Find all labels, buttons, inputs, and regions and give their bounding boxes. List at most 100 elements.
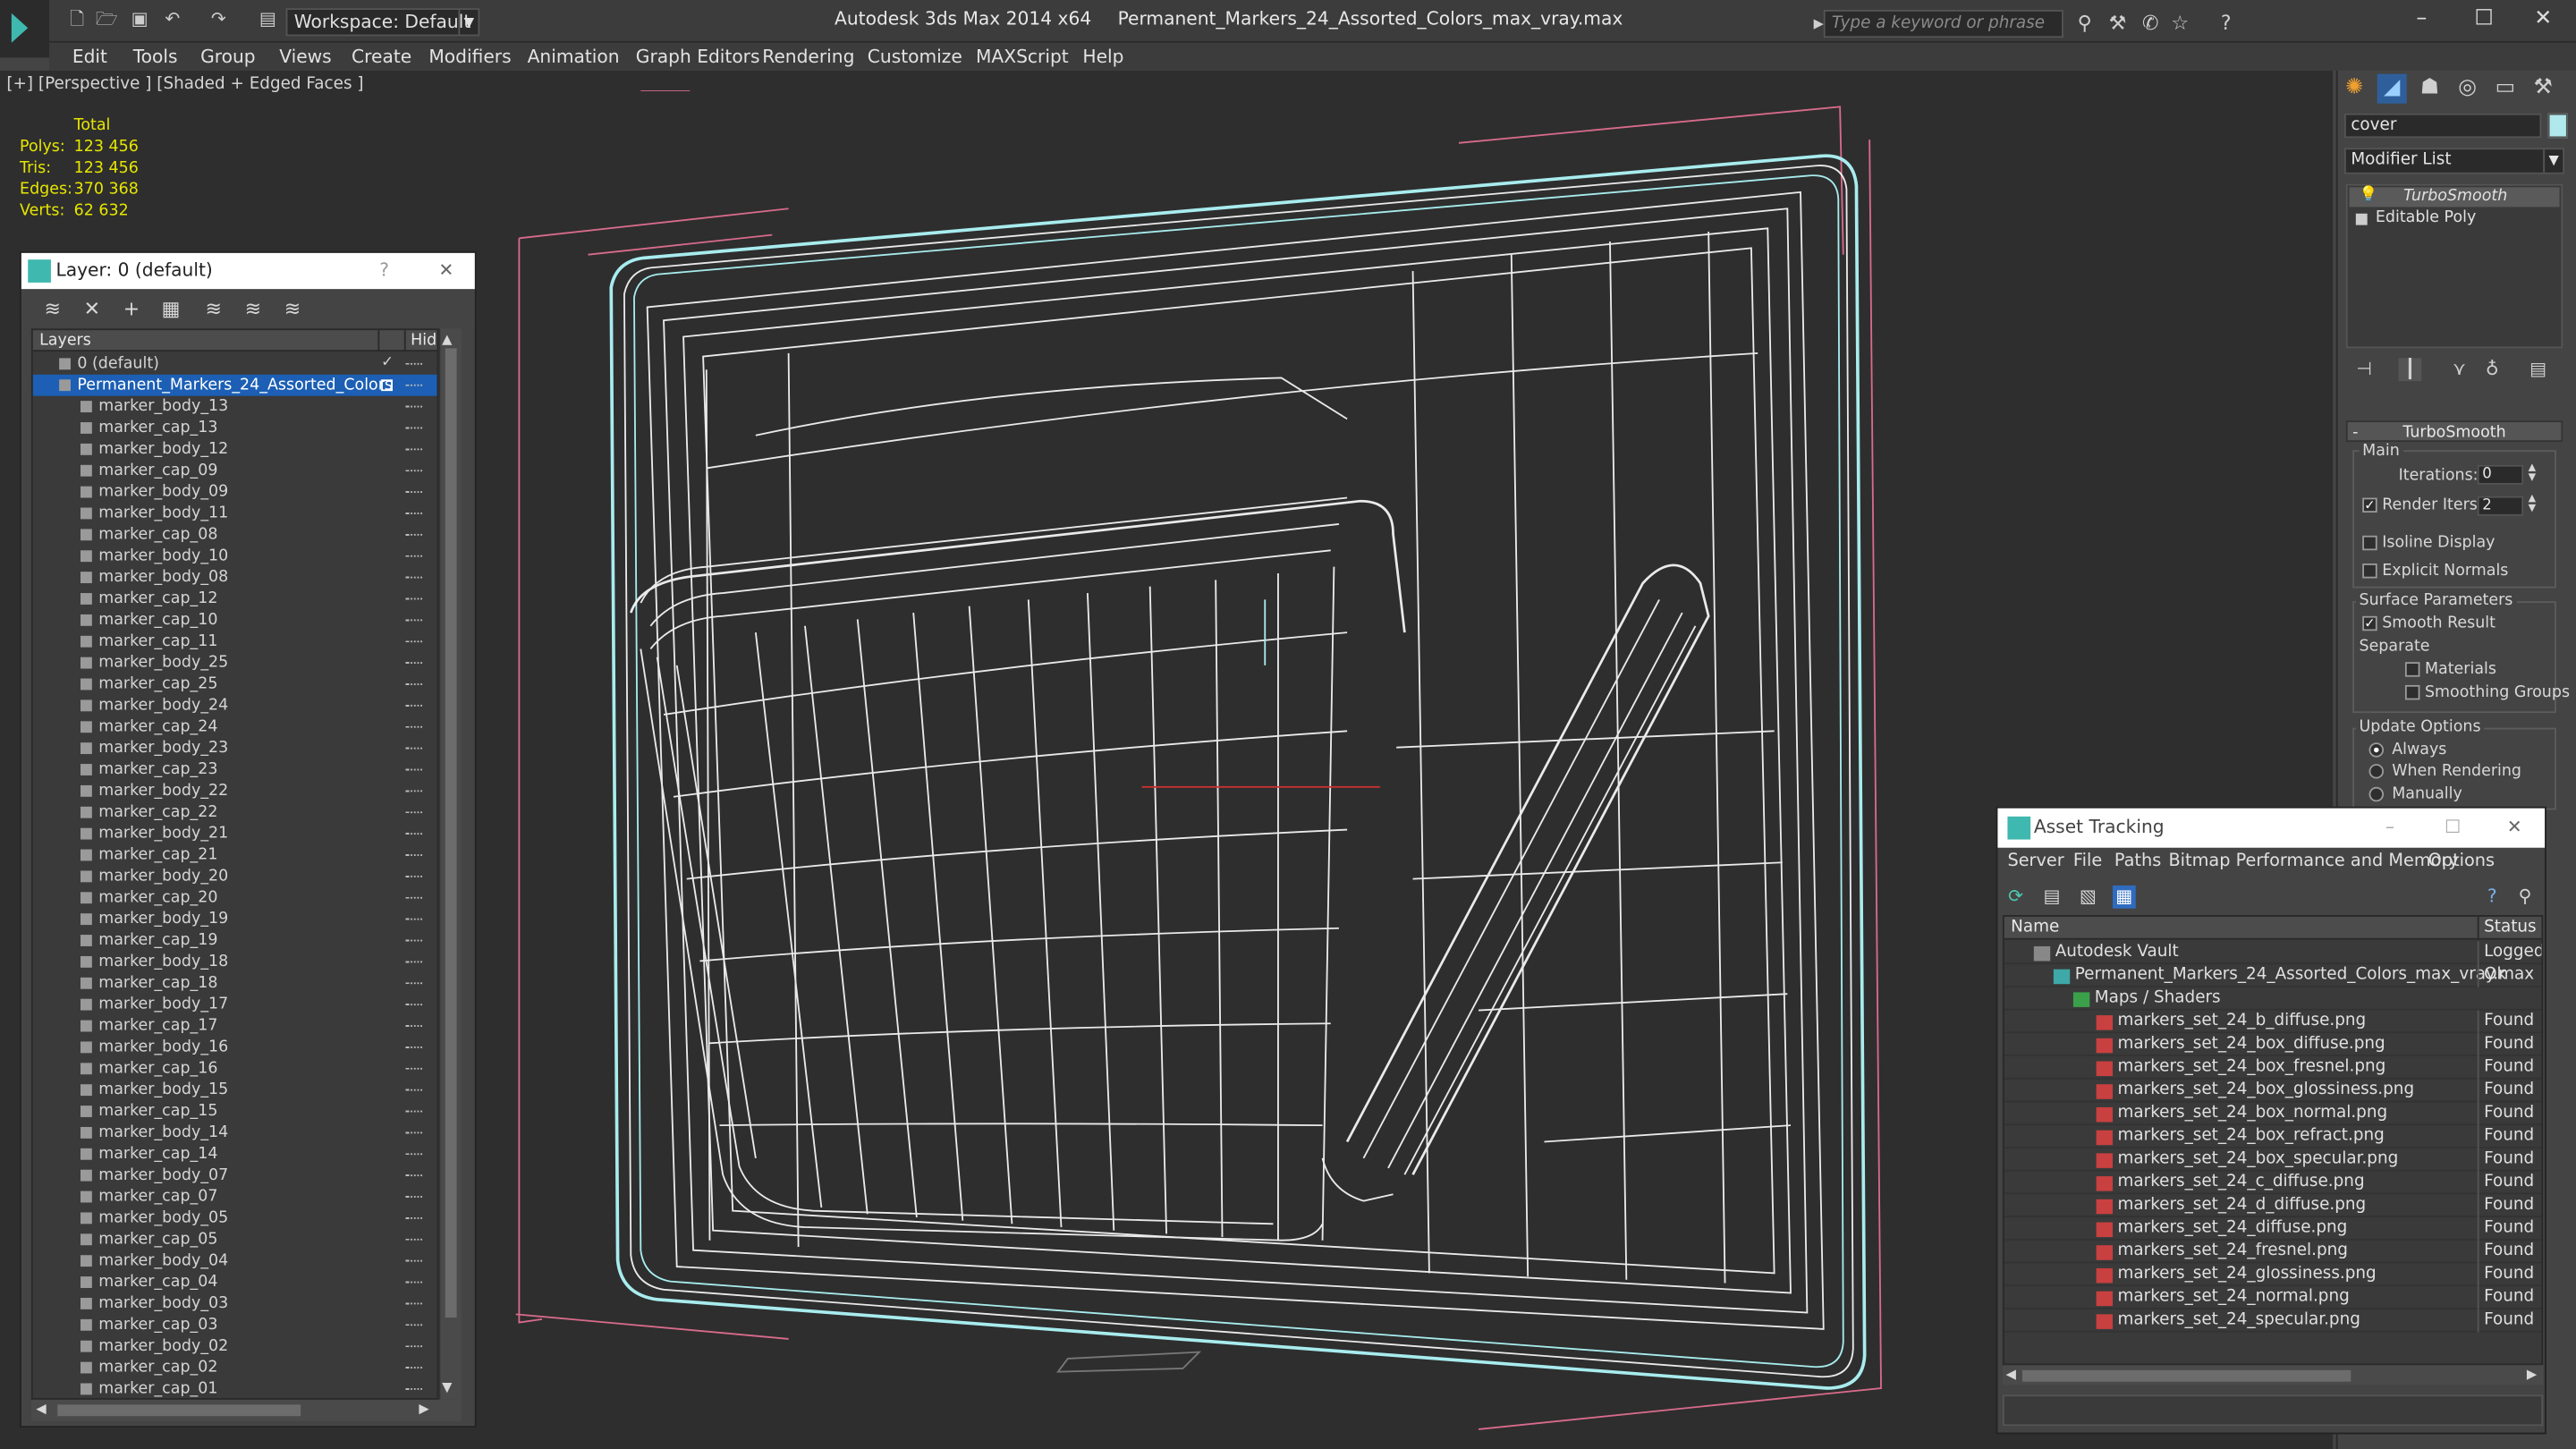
modify-tab-icon[interactable]: ◢ <box>2377 73 2407 104</box>
delete-layer-icon[interactable]: ✕ <box>80 297 104 320</box>
scrollbar-thumb[interactable] <box>57 1404 301 1417</box>
close-button[interactable]: ✕ <box>2507 809 2522 848</box>
thumbnail-view-icon[interactable]: ▧ <box>2077 886 2100 909</box>
asset-row[interactable]: markers_set_24_box_refract.png Found <box>2004 1125 2542 1148</box>
select-objects-icon[interactable]: ▦ <box>159 297 182 320</box>
layer-object-row[interactable]: marker_body_25 <box>33 652 437 674</box>
layer-window-titlebar[interactable]: Layer: 0 (default) ? ✕ <box>21 252 475 290</box>
hide-toggle[interactable] <box>405 1067 423 1070</box>
layer-object-row[interactable]: marker_body_04 <box>33 1250 437 1272</box>
table-view-icon[interactable]: ▦ <box>2112 885 2136 909</box>
layer-list[interactable]: Layers Hide ▲ 0 (default) ✓Permanent_Mark… <box>30 328 439 1400</box>
scroll-right-icon[interactable]: ▶ <box>2527 1367 2537 1382</box>
iterations-spinner[interactable]: 0 <box>2477 464 2524 485</box>
hierarchy-tab-icon[interactable]: ☗ <box>2415 74 2445 104</box>
asset-row[interactable]: markers_set_24_box_normal.png Found <box>2004 1102 2542 1126</box>
hide-toggle[interactable] <box>405 725 423 728</box>
layer-object-row[interactable]: marker_cap_18 <box>33 972 437 994</box>
layer-object-row[interactable]: marker_cap_02 <box>33 1357 437 1378</box>
asset-window-titlebar[interactable]: Asset Tracking – ☐ ✕ <box>1997 808 2546 848</box>
help-icon[interactable]: ? <box>2480 886 2504 909</box>
asset-row[interactable]: markers_set_24_b_diffuse.png Found <box>2004 1010 2542 1034</box>
hide-toggle[interactable] <box>405 747 423 750</box>
close-button[interactable]: ✕ <box>2527 6 2560 32</box>
hide-toggle[interactable] <box>405 1345 423 1348</box>
layer-object-row[interactable]: marker_body_20 <box>33 866 437 887</box>
menu-help[interactable]: Help <box>1082 43 1123 71</box>
explicit-normals-checkbox[interactable] <box>2362 563 2377 579</box>
layer-object-row[interactable]: marker_body_14 <box>33 1122 437 1143</box>
hide-toggle[interactable] <box>405 833 423 835</box>
scroll-left-icon[interactable]: ◀ <box>36 1402 46 1417</box>
hide-toggle[interactable] <box>405 1367 423 1368</box>
hide-toggle[interactable] <box>405 982 423 985</box>
spinner-arrows-icon[interactable]: ▲ ▼ <box>2529 462 2536 483</box>
asset-row[interactable]: markers_set_24_box_glossiness.png Found <box>2004 1079 2542 1103</box>
layer-object-row[interactable]: marker_cap_11 <box>33 631 437 652</box>
show-end-result-icon[interactable]: ┃ <box>2398 358 2422 382</box>
layer-object-row[interactable]: marker_cap_20 <box>33 887 437 909</box>
configure-modifier-sets-icon[interactable]: ▤ <box>2527 358 2550 381</box>
active-layer-check-icon[interactable]: ✓ <box>381 353 394 375</box>
asset-row[interactable]: markers_set_24_box_diffuse.png Found <box>2004 1033 2542 1056</box>
hide-toggle[interactable] <box>405 576 423 579</box>
layer-object-row[interactable]: marker_body_05 <box>33 1208 437 1229</box>
hide-toggle[interactable] <box>405 640 423 643</box>
stack-item-editable-poly[interactable]: Editable Poly <box>2376 208 2476 226</box>
layer-object-row[interactable]: marker_body_09 <box>33 481 437 503</box>
hide-toggle[interactable] <box>405 961 423 963</box>
turbosmooth-rollout-header[interactable]: - TurboSmooth <box>2345 420 2563 443</box>
minimize-button[interactable]: – <box>2405 6 2438 32</box>
hide-toggle[interactable] <box>405 1153 423 1156</box>
hide-toggle[interactable] <box>405 875 423 877</box>
layer-object-row[interactable]: marker_body_22 <box>33 780 437 801</box>
remove-modifier-icon[interactable]: ♁ <box>2480 358 2504 381</box>
freeze-all-icon[interactable]: ≋ <box>281 297 304 320</box>
layer-object-row[interactable]: marker_body_13 <box>33 396 437 418</box>
hide-toggle[interactable] <box>405 362 423 365</box>
layer-object-row[interactable]: marker_cap_09 <box>33 460 437 481</box>
layer-object-row[interactable]: marker_cap_22 <box>33 801 437 823</box>
layer-object-row[interactable]: marker_body_17 <box>33 994 437 1015</box>
asset-row[interactable]: Maps / Shaders <box>2004 987 2542 1011</box>
layer-object-row[interactable]: marker_body_10 <box>33 546 437 567</box>
hide-toggle[interactable] <box>405 683 423 685</box>
layer-object-row[interactable]: marker_body_23 <box>33 738 437 759</box>
scrollbar-thumb[interactable] <box>2021 1369 2351 1382</box>
hide-toggle[interactable] <box>405 1004 423 1006</box>
search-input[interactable]: Type a keyword or phrase <box>1823 10 2063 38</box>
subscription-icon[interactable]: ⚒ <box>2106 12 2130 35</box>
hide-toggle[interactable] <box>405 1089 423 1091</box>
menu-tools[interactable]: Tools <box>133 43 178 71</box>
hide-toggle[interactable] <box>405 1238 423 1241</box>
hide-toggle[interactable] <box>405 1281 423 1284</box>
menu-server[interactable]: Server <box>2007 851 2063 870</box>
layer-object-row[interactable]: marker_body_24 <box>33 695 437 716</box>
layer-object-row[interactable]: marker_cap_03 <box>33 1314 437 1335</box>
wireframe-model[interactable] <box>493 90 1906 1437</box>
help-button[interactable]: ? <box>379 253 389 289</box>
scroll-up-icon[interactable]: ▲ <box>442 332 452 347</box>
list-view-icon[interactable]: ▤ <box>2040 886 2063 909</box>
display-tab-icon[interactable]: ▭ <box>2490 74 2520 104</box>
menu-paths[interactable]: Paths <box>2114 851 2161 870</box>
asset-row[interactable]: Permanent_Markers_24_Assorted_Colors_max… <box>2004 964 2542 987</box>
hide-toggle[interactable] <box>405 619 423 622</box>
menu-views[interactable]: Views <box>279 43 331 71</box>
layer-object-row[interactable]: marker_body_07 <box>33 1165 437 1186</box>
layer-row[interactable]: Permanent_Markers_24_Assorted_Colors <box>32 374 437 396</box>
viewport-label[interactable]: [+] [Perspective ] [Shaded + Edged Faces… <box>6 75 363 93</box>
pin-stack-icon[interactable]: ⊣ <box>2352 358 2376 381</box>
asset-row[interactable]: markers_set_24_box_fresnel.png Found <box>2004 1055 2542 1080</box>
save-icon[interactable]: ▣ <box>128 8 151 31</box>
menu-customize[interactable]: Customize <box>868 43 962 71</box>
asset-row[interactable]: markers_set_24_specular.png Found <box>2004 1309 2542 1333</box>
menu-group[interactable]: Group <box>200 43 256 71</box>
new-file-icon[interactable]: 🗋 <box>65 8 89 31</box>
scroll-left-icon[interactable]: ◀ <box>2006 1367 2016 1382</box>
maximize-button[interactable]: ☐ <box>2445 809 2461 848</box>
hide-toggle[interactable] <box>405 555 423 557</box>
asset-row[interactable]: markers_set_24_d_diffuse.png Found <box>2004 1194 2542 1217</box>
layer-object-row[interactable]: marker_cap_07 <box>33 1186 437 1208</box>
hide-toggle[interactable] <box>405 768 423 771</box>
